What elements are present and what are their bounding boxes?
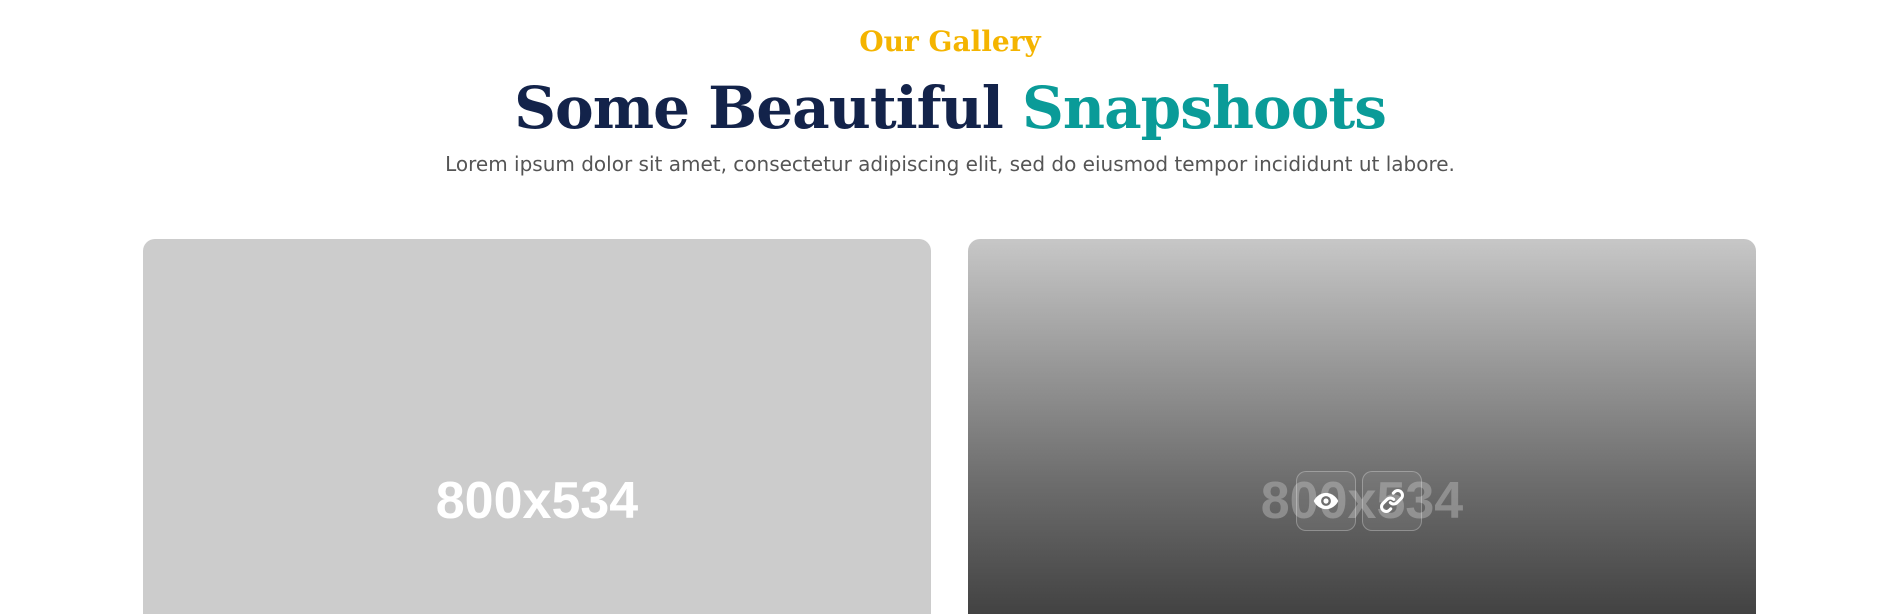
section-title: Some Beautiful Snapshoots [0, 68, 1900, 148]
image-placeholder-label: 800x534 [435, 472, 639, 530]
section-eyebrow: Our Gallery [859, 25, 1041, 58]
link-icon [1380, 489, 1404, 513]
gallery-item-hovered[interactable]: 800x534 [968, 239, 1756, 614]
title-main-text: Some Beautiful [514, 74, 1023, 142]
link-button[interactable] [1362, 471, 1422, 531]
view-button[interactable] [1296, 471, 1356, 531]
eye-icon [1313, 492, 1339, 510]
title-accent-text: Snapshoots [1022, 74, 1387, 142]
gallery-item-actions [1296, 471, 1422, 531]
gallery-item[interactable]: 800x534 [143, 239, 931, 614]
section-subtitle: Lorem ipsum dolor sit amet, consectetur … [445, 152, 1455, 176]
